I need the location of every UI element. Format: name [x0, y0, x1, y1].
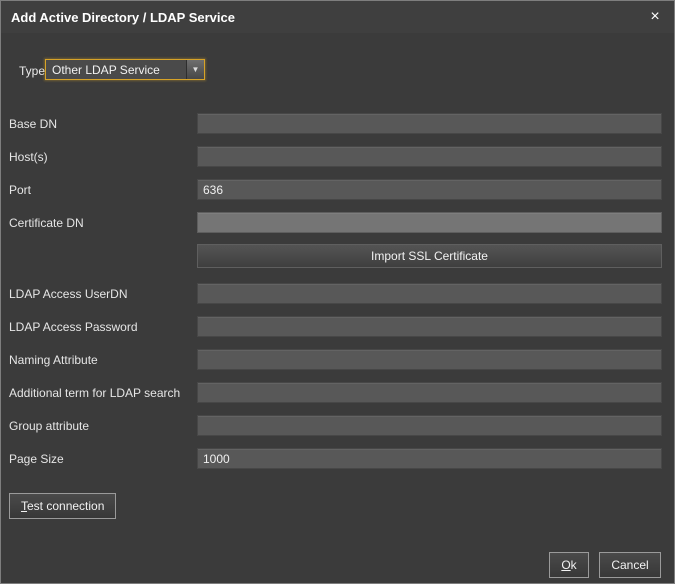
form-row-hosts: Host(s)	[1, 146, 674, 168]
form-row-page-size: Page Size	[1, 448, 674, 470]
port-input[interactable]	[197, 179, 662, 200]
ok-button[interactable]: Ok	[549, 552, 589, 578]
test-connection-button[interactable]: Test connection	[9, 493, 116, 519]
ok-label: k	[571, 558, 577, 572]
ldap-access-password-input[interactable]	[197, 316, 662, 337]
hosts-input[interactable]	[197, 146, 662, 167]
additional-term-input[interactable]	[197, 382, 662, 403]
import-ssl-certificate-button[interactable]: Import SSL Certificate	[197, 244, 662, 268]
chevron-down-icon[interactable]: ▼	[186, 60, 204, 79]
form-row-group-attribute: Group attribute	[1, 415, 674, 437]
form-row-port: Port	[1, 179, 674, 201]
form-row-base-dn: Base DN	[1, 113, 674, 135]
ldap-access-userdn-label: LDAP Access UserDN	[9, 287, 127, 301]
ok-mnemonic: O	[561, 558, 570, 572]
dialog-titlebar: Add Active Directory / LDAP Service ×	[1, 1, 674, 33]
certificate-dn-input[interactable]	[197, 212, 662, 233]
add-ldap-service-dialog: Add Active Directory / LDAP Service × Ty…	[0, 0, 675, 584]
port-label: Port	[9, 183, 31, 197]
form-row-certificate-dn: Certificate DN	[1, 212, 674, 234]
hosts-label: Host(s)	[9, 150, 48, 164]
certificate-dn-label: Certificate DN	[9, 216, 84, 230]
type-label: Type	[19, 64, 45, 78]
form-row-additional-term: Additional term for LDAP search	[1, 382, 674, 404]
form-row-ldap-access-userdn: LDAP Access UserDN	[1, 283, 674, 305]
ldap-access-userdn-input[interactable]	[197, 283, 662, 304]
page-size-input[interactable]	[197, 448, 662, 469]
cancel-button[interactable]: Cancel	[599, 552, 661, 578]
form-row-ldap-access-password: LDAP Access Password	[1, 316, 674, 338]
form-row-naming-attribute: Naming Attribute	[1, 349, 674, 371]
type-dropdown-value: Other LDAP Service	[46, 63, 186, 77]
group-attribute-input[interactable]	[197, 415, 662, 436]
page-size-label: Page Size	[9, 452, 64, 466]
base-dn-label: Base DN	[9, 117, 57, 131]
type-dropdown[interactable]: Other LDAP Service ▼	[45, 59, 205, 80]
ldap-access-password-label: LDAP Access Password	[9, 320, 138, 334]
test-connection-label: est connection	[27, 499, 104, 513]
dialog-title: Add Active Directory / LDAP Service	[11, 10, 646, 25]
naming-attribute-input[interactable]	[197, 349, 662, 370]
base-dn-input[interactable]	[197, 113, 662, 134]
naming-attribute-label: Naming Attribute	[9, 353, 98, 367]
additional-term-label: Additional term for LDAP search	[9, 386, 180, 400]
group-attribute-label: Group attribute	[9, 419, 89, 433]
close-icon[interactable]: ×	[646, 9, 664, 25]
